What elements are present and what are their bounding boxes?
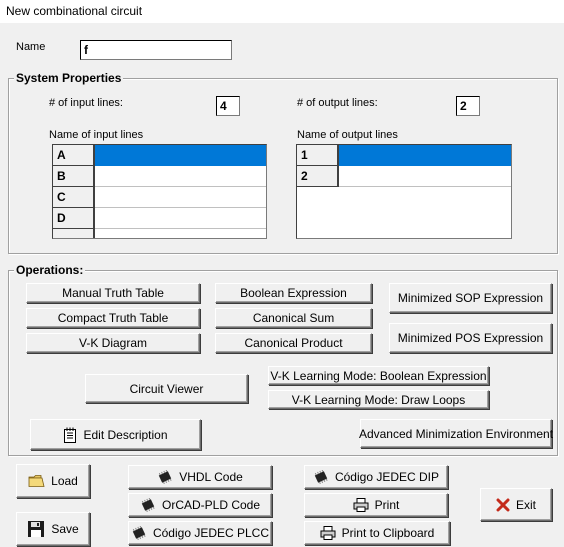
button-label: Edit Description	[83, 427, 168, 442]
jedec-plcc-button[interactable]: Código JEDEC PLCC	[128, 521, 272, 545]
grid-row[interactable]: 2	[297, 166, 511, 187]
minimized-pos-button[interactable]: Minimized POS Expression	[389, 323, 552, 353]
grid-row-header: D	[53, 208, 95, 229]
button-label: Boolean Expression	[240, 286, 347, 300]
exit-x-icon	[496, 498, 510, 511]
grid-cell[interactable]	[95, 145, 266, 166]
grid-row-header	[53, 229, 95, 238]
grid-row-header: A	[53, 145, 95, 166]
grid-row[interactable]: C	[53, 187, 266, 208]
edit-description-button[interactable]: Edit Description	[30, 419, 201, 450]
grid-row[interactable]: B	[53, 166, 266, 187]
button-label: Print	[374, 498, 400, 512]
printer-icon	[320, 526, 336, 540]
canonical-sum-button[interactable]: Canonical Sum	[215, 308, 372, 328]
notepad-icon	[64, 427, 77, 443]
grid-row-header: 2	[297, 166, 339, 187]
system-properties-title: System Properties	[14, 71, 124, 85]
button-label: OrCAD-PLD Code	[161, 498, 261, 512]
chip-icon	[314, 470, 328, 484]
chip-icon	[158, 470, 172, 484]
output-names-label: Name of output lines	[297, 129, 398, 141]
button-label: V-K Learning Mode: Draw Loops	[291, 392, 466, 407]
input-names-label: Name of input lines	[49, 129, 144, 141]
compact-truth-table-button[interactable]: Compact Truth Table	[26, 308, 200, 328]
grid-cell[interactable]	[339, 145, 511, 166]
grid-row-header: 1	[297, 145, 339, 166]
floppy-disk-icon	[28, 521, 45, 537]
jedec-dip-button[interactable]: Código JEDEC DIP	[304, 465, 448, 489]
output-lines-label: # of output lines:	[297, 97, 378, 109]
circuit-viewer-button[interactable]: Circuit Viewer	[85, 374, 248, 403]
grid-row[interactable]	[53, 229, 266, 238]
button-label: Save	[51, 522, 79, 536]
input-lines-label: # of input lines:	[49, 97, 123, 109]
grid-cell[interactable]	[95, 187, 266, 208]
output-lines-count-field[interactable]: 2	[456, 96, 480, 116]
grid-cell[interactable]	[95, 208, 266, 229]
exit-button[interactable]: Exit	[480, 488, 552, 521]
button-label: Manual Truth Table	[62, 286, 164, 300]
vhdl-code-button[interactable]: VHDL Code	[128, 465, 272, 489]
boolean-expression-button[interactable]: Boolean Expression	[215, 283, 372, 303]
vk-learning-loops-button[interactable]: V-K Learning Mode: Draw Loops	[268, 390, 489, 409]
grid-row-header: B	[53, 166, 95, 187]
button-label: V-K Learning Mode: Boolean Expression	[270, 368, 487, 383]
grid-cell[interactable]	[339, 166, 511, 187]
name-input[interactable]: f	[80, 40, 232, 60]
advanced-minimization-button[interactable]: Advanced Minimization Environment	[358, 419, 554, 448]
button-label: Advanced Minimization Environment	[358, 426, 554, 441]
button-label: Minimized SOP Expression	[397, 291, 544, 305]
button-label: Código JEDEC PLCC	[152, 526, 270, 540]
chip-icon	[141, 498, 155, 512]
button-label: Código JEDEC DIP	[334, 470, 440, 484]
button-label: Print to Clipboard	[341, 526, 435, 540]
chip-icon	[132, 526, 146, 540]
button-label: Canonical Sum	[252, 311, 335, 325]
manual-truth-table-button[interactable]: Manual Truth Table	[26, 283, 200, 303]
load-button[interactable]: Load	[16, 464, 90, 498]
button-label: Circuit Viewer	[129, 381, 204, 396]
button-label: Canonical Product	[244, 336, 343, 350]
button-label: VHDL Code	[179, 470, 243, 484]
grid-row[interactable]: D	[53, 208, 266, 229]
minimized-sop-button[interactable]: Minimized SOP Expression	[389, 283, 552, 313]
print-button[interactable]: Print	[304, 493, 448, 517]
button-label: Minimized POS Expression	[397, 331, 544, 345]
printer-icon	[353, 498, 369, 512]
output-lines-grid[interactable]: 1 2	[296, 144, 512, 239]
window-titlebar: New combinational circuit	[0, 0, 564, 23]
save-button[interactable]: Save	[16, 512, 90, 546]
input-lines-grid[interactable]: A B C D	[52, 144, 267, 239]
orcad-pld-code-button[interactable]: OrCAD-PLD Code	[128, 493, 272, 517]
folder-icon	[28, 475, 45, 487]
button-label: Exit	[515, 497, 536, 512]
input-lines-count-field[interactable]: 4	[216, 96, 240, 116]
operations-title: Operations:	[14, 263, 86, 277]
button-label: V-K Diagram	[78, 336, 148, 350]
grid-row[interactable]: A	[53, 145, 266, 166]
button-label: Load	[51, 474, 78, 488]
grid-cell[interactable]	[95, 166, 266, 187]
grid-row[interactable]: 1	[297, 145, 511, 166]
grid-cell[interactable]	[95, 229, 266, 238]
name-label: Name	[16, 41, 46, 53]
button-label: Compact Truth Table	[57, 311, 169, 325]
canonical-product-button[interactable]: Canonical Product	[215, 333, 372, 353]
print-to-clipboard-button[interactable]: Print to Clipboard	[304, 521, 450, 545]
window-title: New combinational circuit	[6, 4, 143, 18]
vk-learning-boolean-button[interactable]: V-K Learning Mode: Boolean Expression	[268, 366, 489, 385]
vk-diagram-button[interactable]: V-K Diagram	[26, 333, 200, 353]
grid-row-header: C	[53, 187, 95, 208]
